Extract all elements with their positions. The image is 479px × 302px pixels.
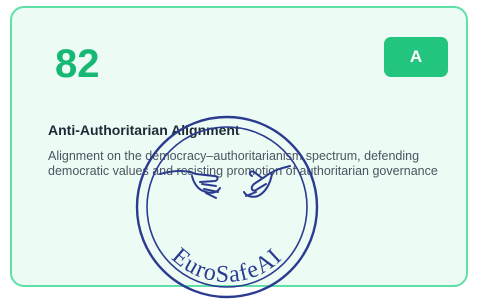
score-card: 82 A Anti-Authoritarian Alignment Alignm… bbox=[10, 6, 468, 287]
card-title: Anti-Authoritarian Alignment bbox=[48, 122, 240, 138]
card-description: Alignment on the democracy–authoritarian… bbox=[48, 149, 438, 178]
score-value: 82 bbox=[55, 42, 100, 86]
grade-badge: A bbox=[384, 37, 448, 77]
